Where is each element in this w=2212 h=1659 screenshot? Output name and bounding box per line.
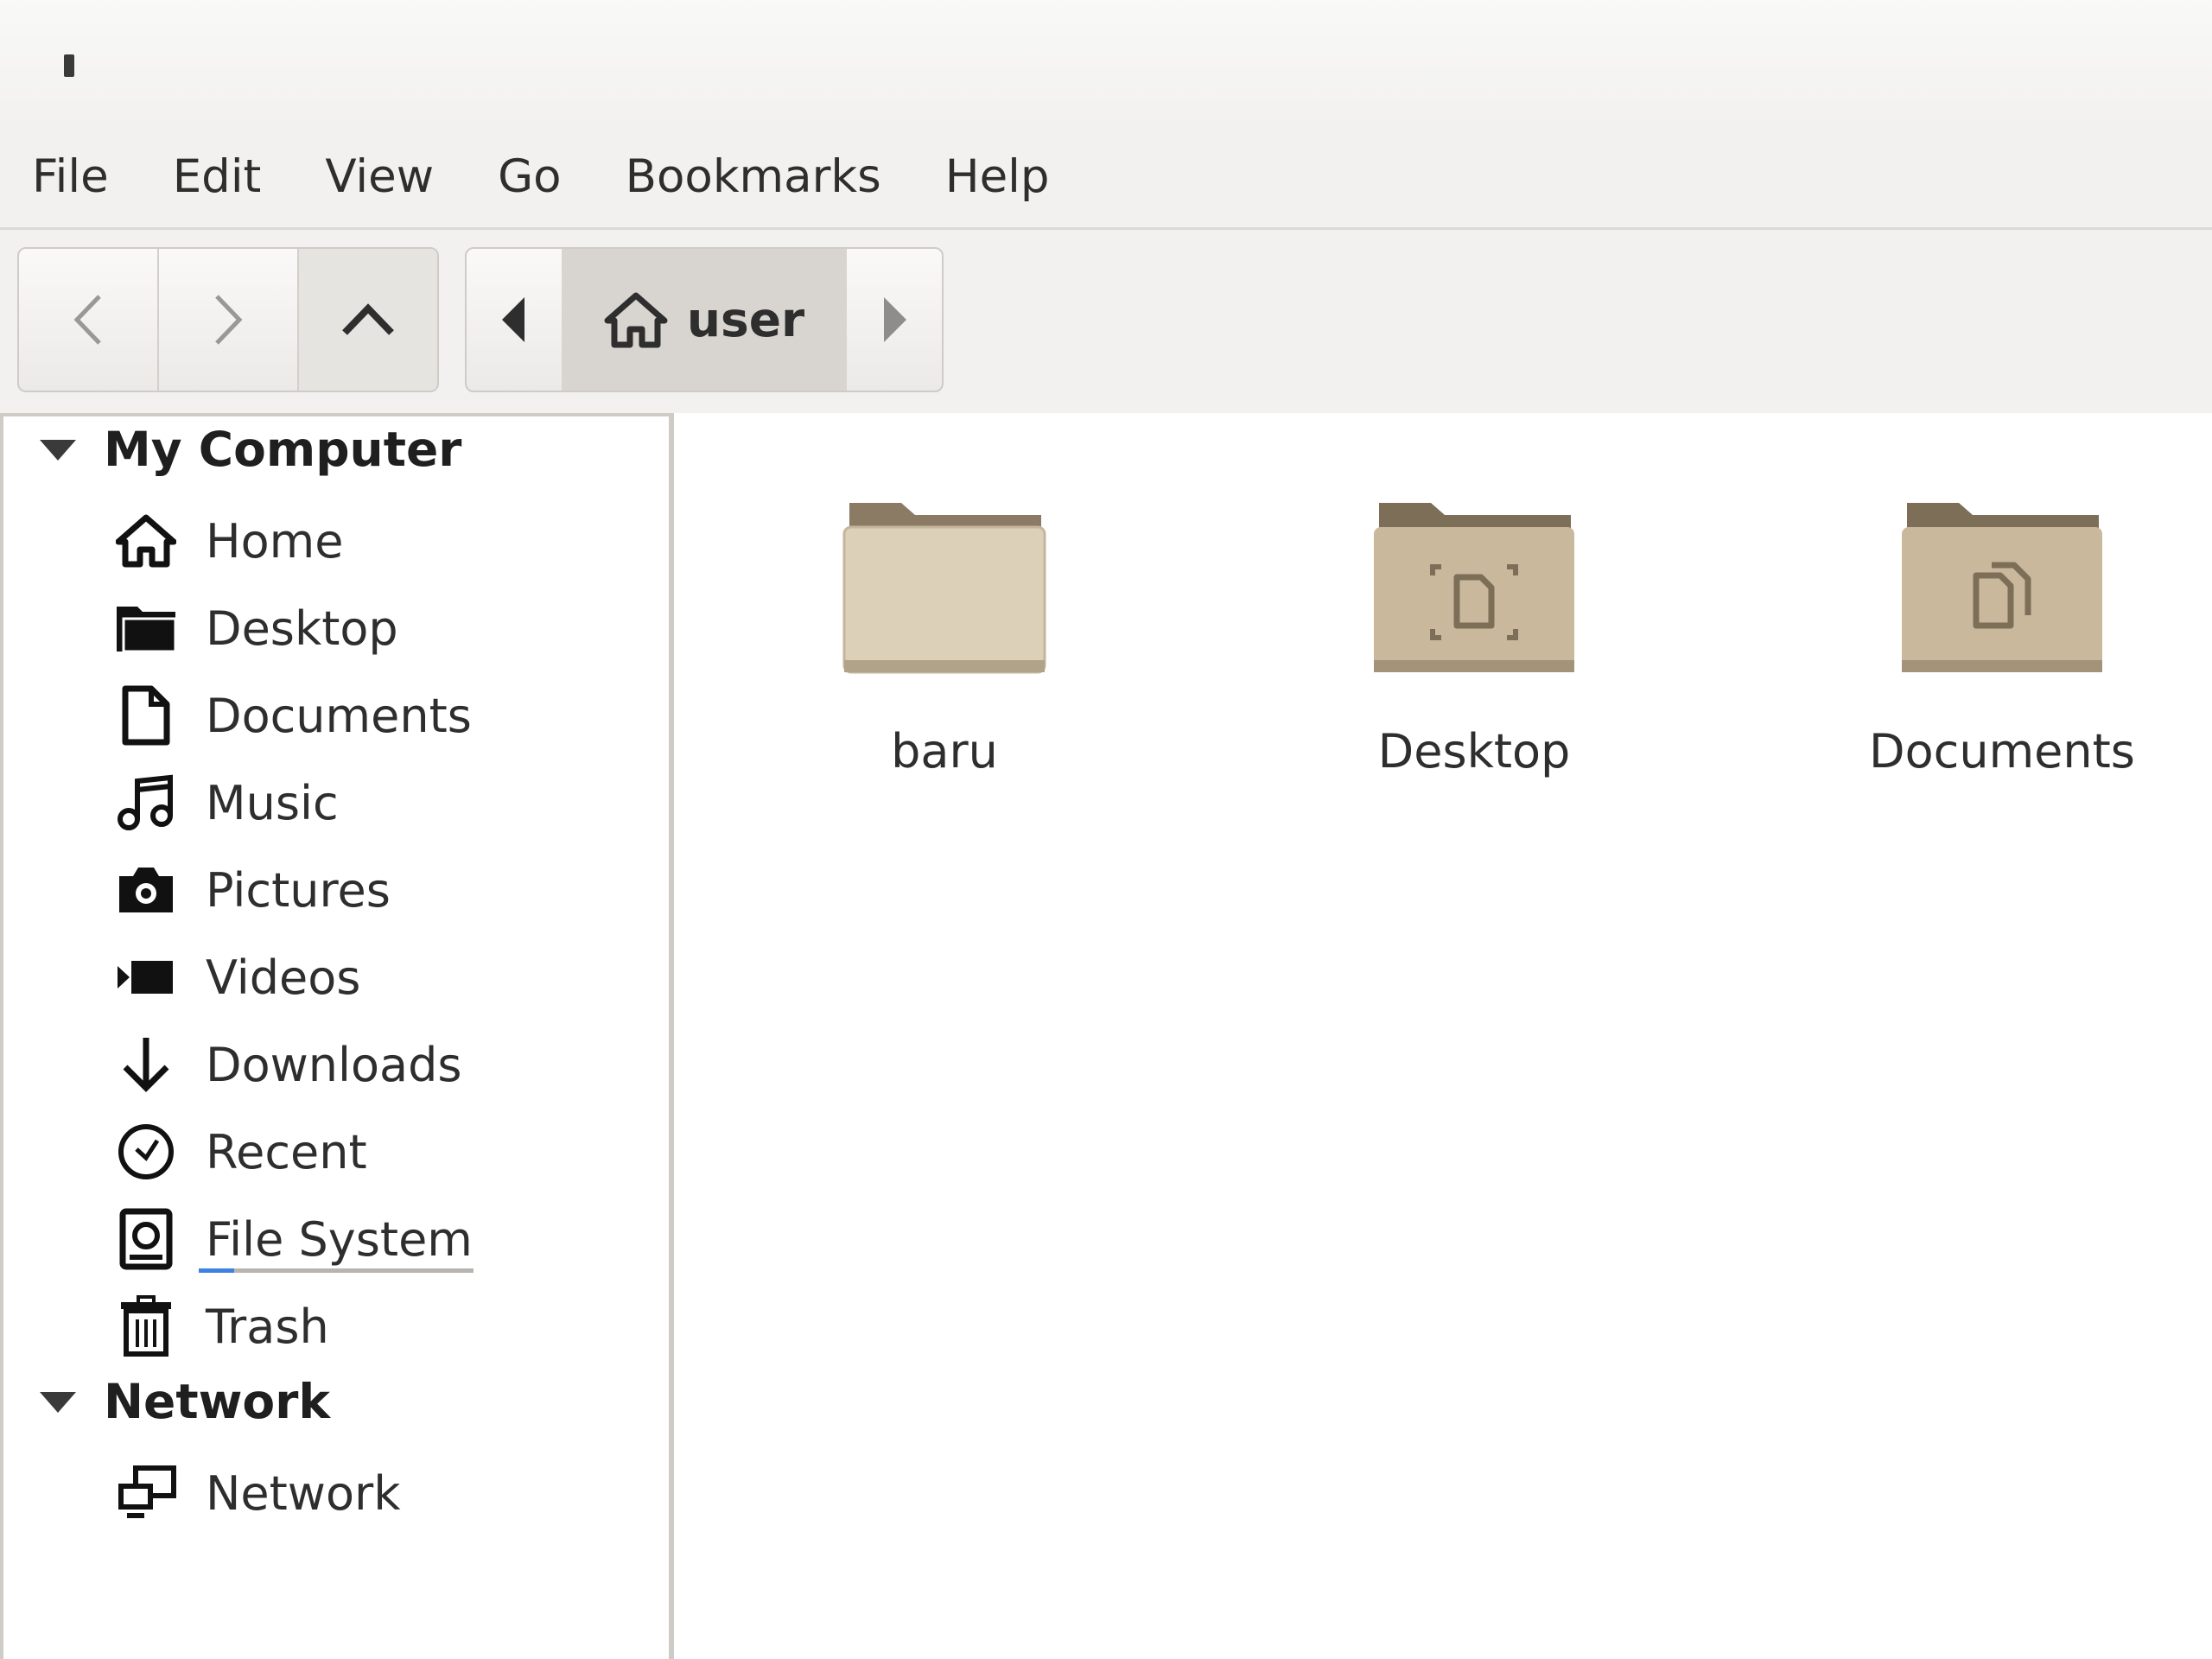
sidebar: My Computer Home Desktop Documents Music…: [0, 413, 674, 1659]
sidebar-item-label: Desktop: [206, 601, 398, 656]
file-item-documents[interactable]: Documents: [1829, 482, 2175, 828]
folder-icon: [114, 596, 178, 660]
sidebar-item-network[interactable]: Network: [114, 1459, 400, 1528]
path-segment-current[interactable]: user: [562, 249, 847, 391]
section-title: Network: [104, 1374, 330, 1429]
sidebar-item-label: Downloads: [206, 1037, 462, 1092]
trash-icon: [114, 1294, 178, 1358]
chevron-left-icon: [73, 295, 101, 345]
sidebar-item-recent[interactable]: Recent: [114, 1117, 367, 1186]
toolbar: user: [0, 230, 2212, 413]
file-name: baru: [891, 724, 998, 779]
network-icon: [114, 1461, 178, 1525]
sidebar-item-file-system[interactable]: File System: [114, 1205, 473, 1274]
menu-edit[interactable]: Edit: [141, 154, 294, 200]
section-my-computer[interactable]: My Computer: [38, 422, 461, 477]
menu-view[interactable]: View: [293, 154, 466, 200]
home-icon: [604, 292, 668, 348]
file-name: Desktop: [1377, 724, 1571, 779]
up-button[interactable]: [299, 249, 437, 391]
home-icon: [114, 509, 178, 573]
sidebar-item-label: Home: [206, 513, 344, 569]
collapse-triangle-icon: [40, 440, 76, 461]
sidebar-item-home[interactable]: Home: [114, 506, 343, 575]
documents-folder-icon: [1902, 503, 2102, 672]
chevron-right-icon: [215, 295, 243, 345]
triangle-left-icon: [502, 297, 524, 342]
back-button[interactable]: [19, 249, 159, 391]
video-icon: [114, 945, 178, 1009]
desktop-folder-icon: [1374, 503, 1574, 672]
camera-icon: [114, 858, 178, 922]
music-icon: [114, 771, 178, 835]
sidebar-item-desktop[interactable]: Desktop: [114, 594, 398, 663]
collapse-triangle-icon: [40, 1392, 76, 1413]
sidebar-item-label: Trash: [206, 1299, 329, 1354]
sidebar-item-label: Videos: [206, 950, 361, 1005]
sidebar-item-label: Recent: [206, 1124, 367, 1179]
sidebar-item-documents[interactable]: Documents: [114, 681, 472, 750]
sidebar-item-trash[interactable]: Trash: [114, 1292, 329, 1361]
document-icon: [114, 683, 178, 747]
download-icon: [114, 1033, 178, 1096]
disk-usage-bar: [199, 1268, 474, 1273]
menu-bookmarks[interactable]: Bookmarks: [594, 154, 913, 200]
path-scroll-left-button[interactable]: [467, 249, 562, 391]
file-item-desktop[interactable]: Desktop: [1301, 482, 1647, 828]
section-network[interactable]: Network: [38, 1374, 330, 1429]
sidebar-item-label: File System: [206, 1211, 473, 1267]
menu-file[interactable]: File: [0, 154, 141, 200]
forward-button[interactable]: [159, 249, 299, 391]
path-segment-label: user: [686, 292, 805, 347]
path-scroll-right-button[interactable]: [847, 249, 942, 391]
sidebar-item-downloads[interactable]: Downloads: [114, 1030, 462, 1099]
disk-usage-fill: [199, 1268, 235, 1273]
drive-icon: [114, 1207, 178, 1271]
menu-bar: File Edit View Go Bookmarks Help: [0, 125, 2212, 230]
clock-icon: [114, 1120, 178, 1184]
chevron-up-icon: [342, 303, 394, 335]
title-bar: [0, 0, 2212, 125]
sidebar-item-music[interactable]: Music: [114, 768, 339, 837]
app-icon: [64, 54, 74, 77]
sidebar-item-label: Pictures: [206, 862, 391, 918]
sidebar-item-label: Network: [206, 1465, 401, 1521]
file-view: baru Desktop Documents: [674, 413, 2212, 1659]
sidebar-item-pictures[interactable]: Pictures: [114, 855, 391, 925]
menu-go[interactable]: Go: [466, 154, 594, 200]
menu-help[interactable]: Help: [913, 154, 1082, 200]
sidebar-item-label: Documents: [206, 688, 472, 743]
section-title: My Computer: [104, 422, 462, 477]
path-bar: user: [465, 247, 944, 392]
file-item-baru[interactable]: baru: [772, 482, 1117, 828]
file-name: Documents: [1869, 724, 2135, 779]
triangle-right-icon: [884, 297, 906, 342]
sidebar-item-label: Music: [206, 775, 339, 830]
navigation-buttons: [17, 247, 439, 392]
sidebar-item-videos[interactable]: Videos: [114, 943, 360, 1012]
folder-icon: [842, 503, 1046, 674]
